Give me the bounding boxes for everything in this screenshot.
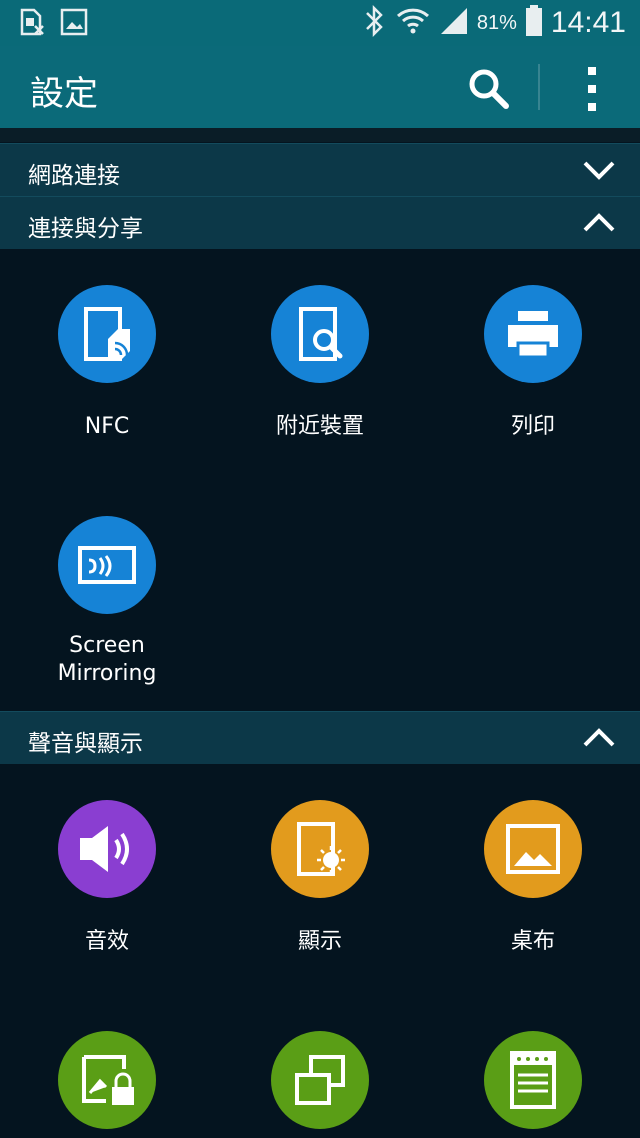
tile-label: 附近裝置 <box>275 414 364 439</box>
search-icon <box>469 69 509 109</box>
battery-icon <box>525 5 543 41</box>
tile-label: 列印 <box>510 414 555 439</box>
clock: 14:41 <box>550 6 626 39</box>
tile-label: 音效 <box>84 929 129 954</box>
printer-icon <box>484 285 582 383</box>
chevron-up-icon <box>583 728 615 747</box>
appbar-divider <box>538 64 540 110</box>
multi-window-icon <box>271 1031 369 1129</box>
tile-label: NFC <box>84 414 130 439</box>
notification-panel-icon <box>484 1031 582 1129</box>
nearby-devices-icon <box>271 285 369 383</box>
tile-nearby-devices[interactable]: 附近裝置 <box>214 285 426 441</box>
search-button[interactable] <box>466 66 512 112</box>
chevron-down-icon <box>583 161 615 180</box>
tile-display[interactable]: 顯示 <box>214 800 426 956</box>
section-label: 聲音與顯示 <box>28 731 143 757</box>
gallery-notification-icon <box>60 8 88 40</box>
section-network-connections[interactable]: 網路連接 <box>0 143 640 196</box>
tile-screen-mirroring[interactable]: Screen Mirroring <box>1 516 213 688</box>
tile-lock-screen[interactable] <box>1 1031 213 1129</box>
tile-label: 桌布 <box>510 929 555 954</box>
bluetooth-icon <box>363 4 387 42</box>
section-label: 網路連接 <box>28 163 120 189</box>
tile-nfc[interactable]: NFC <box>1 285 213 441</box>
page-title: 設定 <box>30 74 98 114</box>
more-vert-icon <box>588 67 596 111</box>
tile-printing[interactable]: 列印 <box>427 285 639 441</box>
section-sound-and-display[interactable]: 聲音與顯示 <box>0 711 640 764</box>
signal-icon <box>439 6 469 40</box>
section-connect-and-share[interactable]: 連接與分享 <box>0 196 640 249</box>
tile-label: Screen Mirroring <box>57 633 157 686</box>
tile-label: 顯示 <box>297 929 342 954</box>
tile-wallpaper[interactable]: 桌布 <box>427 800 639 956</box>
tile-sound[interactable]: 音效 <box>1 800 213 956</box>
wifi-icon <box>395 4 431 42</box>
tile-multi-window[interactable] <box>214 1031 426 1129</box>
status-bar: 81% 14:41 <box>0 0 640 46</box>
sim-card-icon <box>18 8 46 40</box>
battery-percent: 81% <box>476 11 517 34</box>
sound-icon <box>58 800 156 898</box>
appbar-shadow <box>0 128 640 142</box>
wallpaper-icon <box>484 800 582 898</box>
lock-screen-icon <box>58 1031 156 1129</box>
tile-notification-panel[interactable] <box>427 1031 639 1129</box>
app-bar: 設定 <box>0 46 640 128</box>
section-label: 連接與分享 <box>28 216 143 242</box>
display-icon <box>271 800 369 898</box>
nfc-icon <box>58 285 156 383</box>
screen-mirroring-icon <box>58 516 156 614</box>
chevron-up-icon <box>583 213 615 232</box>
more-options-button[interactable] <box>572 64 612 114</box>
